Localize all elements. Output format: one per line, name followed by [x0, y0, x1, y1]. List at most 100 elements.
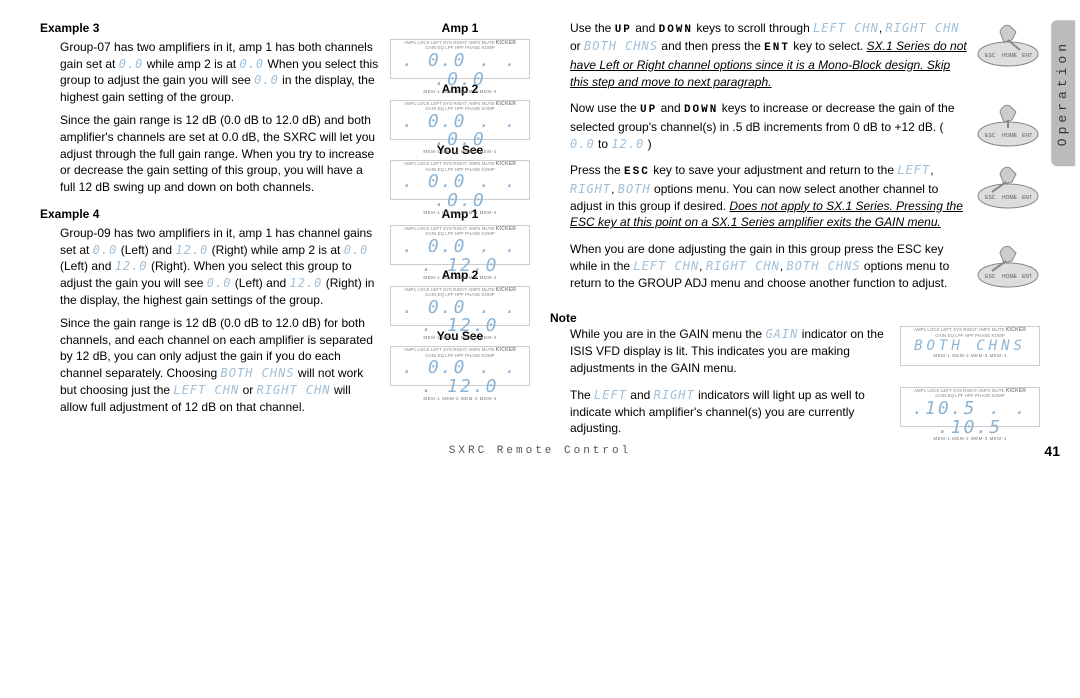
lcd-digits: BOTH CHNS — [903, 339, 1037, 354]
example-4-heading: Example 4 — [40, 206, 380, 223]
right-p2: Now use the UP and DOWN keys to increase… — [550, 100, 1040, 158]
svg-text:ESC: ESC — [985, 133, 996, 139]
text: (Left) and — [60, 259, 115, 273]
text: and — [630, 388, 653, 402]
example-3: Example 3 Group-07 has two amplifiers in… — [40, 20, 530, 202]
lcd-display: AMP1 LOCK LEFT SYS RIGHT AMP2 MUTE KICKE… — [390, 100, 530, 140]
text: while amp 2 is at — [147, 57, 240, 71]
page-number: 41 — [1044, 442, 1060, 462]
remote-hand-icon: ESCHOMEENT — [976, 100, 1040, 148]
lcd-brand: KICKER — [1006, 327, 1026, 333]
seg-value: RIGHT CHN — [706, 259, 780, 273]
seg-value: RIGHT CHN — [886, 21, 960, 35]
svg-text:ENT: ENT — [1022, 274, 1032, 280]
lcd-brand: KICKER — [1006, 388, 1026, 394]
lcd-top: AMP1 LOCK LEFT SYS RIGHT AMP2 MUTE — [404, 40, 495, 45]
svg-text:HOME: HOME — [1002, 274, 1018, 280]
text: key to save your adjustment and return t… — [653, 163, 897, 177]
lcd-brand: KICKER — [496, 226, 516, 232]
example-4-displays: Amp 1 AMP1 LOCK LEFT SYS RIGHT AMP2 MUTE… — [390, 206, 530, 422]
note-display-1: AMP1 LOCK LEFT SYS RIGHT AMP2 MUTE KICKE… — [900, 326, 1040, 382]
note-p2: The LEFT and RIGHT indicators will light… — [550, 387, 1040, 443]
svg-text:HOME: HOME — [1002, 53, 1018, 59]
lcd-digits: . 0.0 . . . 12.0 — [393, 238, 527, 276]
key-ent: ENT — [764, 42, 790, 54]
remote-hand-icon: ESCHOMEENT — [976, 20, 1040, 68]
example-4-text: Example 4 Group-09 has two amplifiers in… — [40, 206, 380, 422]
key-down: DOWN — [684, 104, 718, 116]
seg-value: 0.0 — [254, 73, 279, 87]
lcd-brand: KICKER — [496, 101, 516, 107]
example-4-p2: Since the gain range is 12 dB (0.0 dB to… — [60, 315, 380, 416]
lcd-bottom: MEM-1 MEM-2 MEM-3 MEM-4 — [393, 336, 527, 341]
lcd-bottom: MEM-1 MEM-2 MEM-3 MEM-4 — [903, 354, 1037, 359]
seg-value: 12.0 — [611, 137, 644, 151]
seg-value: RIGHT — [570, 182, 611, 196]
lcd-top: AMP1 LOCK LEFT SYS RIGHT AMP2 MUTE — [404, 287, 495, 292]
example-3-heading: Example 3 — [40, 20, 380, 37]
note-heading: Note — [550, 310, 1040, 327]
lcd-display: AMP1 LOCK LEFT SYS RIGHT AMP2 MUTE KICKE… — [390, 160, 530, 200]
seg-value: 0.0 — [119, 57, 144, 71]
lcd-display: AMP1 LOCK LEFT SYS RIGHT AMP2 MUTE KICKE… — [390, 225, 530, 265]
example-4-p1: Group-09 has two amplifiers in it, amp 1… — [60, 225, 380, 309]
page-content: Example 3 Group-07 has two amplifiers in… — [40, 20, 1040, 447]
seg-value: 12.0 — [290, 276, 323, 290]
right-p4-text: When you are done adjusting the gain in … — [550, 241, 968, 297]
text: or — [243, 383, 257, 397]
key-up: UP — [640, 104, 657, 116]
example-3-displays: Amp 1 AMP1 LOCK LEFT SYS RIGHT AMP2 MUTE… — [390, 20, 530, 202]
note-p1: While you are in the GAIN menu the GAIN … — [550, 326, 1040, 382]
lcd-bottom: MEM-1 MEM-2 MEM-3 MEM-4 — [393, 276, 527, 281]
remote-hand-icon: ESC HOME ENT — [976, 241, 1040, 289]
seg-value: LEFT — [594, 388, 627, 402]
text: or — [570, 39, 584, 53]
lcd-top: AMP1 LOCK LEFT SYS RIGHT AMP2 MUTE — [404, 101, 495, 106]
example-3-p1: Group-07 has two amplifiers in it, amp 1… — [60, 39, 380, 106]
key-down: DOWN — [659, 24, 693, 36]
lcd-top: AMP1 LOCK LEFT SYS RIGHT AMP2 MUTE — [914, 327, 1005, 332]
lcd-digits: . 0.0 . . .0.0 — [393, 113, 527, 151]
key-esc: ESC — [624, 166, 650, 178]
svg-text:HOME: HOME — [1002, 195, 1018, 201]
text: and — [635, 21, 658, 35]
svg-text:ENT: ENT — [1022, 53, 1032, 59]
note-display-2: AMP1 LOCK LEFT SYS RIGHT AMP2 MUTE KICKE… — [900, 387, 1040, 443]
side-tab-operation: Operation — [1051, 20, 1075, 166]
lcd-display: AMP1 LOCK LEFT SYS RIGHT AMP2 MUTE KICKE… — [900, 387, 1040, 427]
lcd-brand: KICKER — [496, 347, 516, 353]
lcd-digits: . 0.0 . . .0.0 — [393, 173, 527, 211]
text: (Left) and — [235, 276, 290, 290]
text: While you are in the GAIN menu the — [570, 327, 765, 341]
footer-text: SXRC Remote Control — [0, 444, 1080, 459]
seg-value: RIGHT CHN — [257, 383, 331, 397]
lcd-top: AMP1 LOCK LEFT SYS RIGHT AMP2 MUTE — [404, 161, 495, 166]
text: to — [598, 137, 611, 151]
lcd-bottom: MEM-1 MEM-2 MEM-3 MEM-4 — [393, 211, 527, 216]
right-p3: Press the ESC key to save your adjustmen… — [550, 162, 1040, 237]
lcd-display: AMP1 LOCK LEFT SYS RIGHT AMP2 MUTE KICKE… — [390, 286, 530, 326]
svg-text:ESC: ESC — [985, 274, 996, 280]
lcd-brand: KICKER — [496, 287, 516, 293]
example-3-text: Example 3 Group-07 has two amplifiers in… — [40, 20, 380, 202]
lcd-top: AMP1 LOCK LEFT SYS RIGHT AMP2 MUTE — [404, 347, 495, 352]
svg-text:ESC: ESC — [985, 195, 996, 201]
lcd-bottom: MEM-1 MEM-2 MEM-3 MEM-4 — [393, 397, 527, 402]
lcd-digits: . 0.0 . . . 12.0 — [393, 359, 527, 397]
seg-value: BOTH CHNS — [584, 39, 658, 53]
note-p1-text: While you are in the GAIN menu the GAIN … — [550, 326, 892, 382]
note-p2-text: The LEFT and RIGHT indicators will light… — [550, 387, 892, 443]
seg-value: GAIN — [765, 327, 798, 341]
text: key to select. — [793, 39, 866, 53]
seg-value: BOTH CHNS — [221, 366, 295, 380]
amp1-label: Amp 1 — [390, 20, 530, 37]
remote-hand-icon: ESCHOMEENT — [976, 162, 1040, 210]
right-p4: When you are done adjusting the gain in … — [550, 241, 1040, 297]
svg-text:ENT: ENT — [1022, 133, 1032, 139]
text: and then press the — [661, 39, 764, 53]
key-up: UP — [615, 24, 632, 36]
right-p3-text: Press the ESC key to save your adjustmen… — [550, 162, 968, 237]
example-3-p2: Since the gain range is 12 dB (0.0 dB to… — [60, 112, 380, 196]
right-p1: Use the UP and DOWN keys to scroll throu… — [550, 20, 1040, 96]
seg-value: LEFT — [897, 163, 930, 177]
